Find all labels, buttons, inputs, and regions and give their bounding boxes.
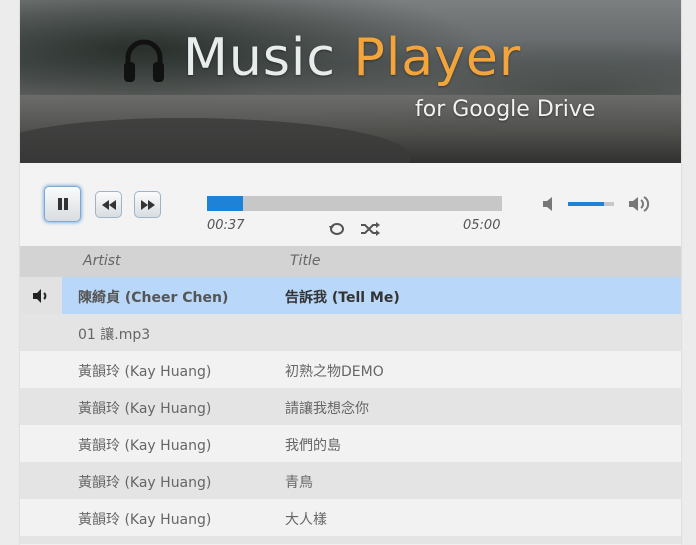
volume-high-icon[interactable] [628,195,650,213]
playlist-row-partial [20,536,681,544]
pause-icon [57,198,68,210]
player-controls: 00:37 05:00 [20,163,681,246]
column-header-artist[interactable]: Artist [83,253,121,269]
playlist-row[interactable]: 黃韻玲 (Kay Huang) 初熟之物DEMO [20,351,681,388]
speaker-icon [33,288,47,303]
playlist-row[interactable]: 黃韻玲 (Kay Huang) 大人樣 [20,499,681,536]
row-title: 青鳥 [285,475,313,491]
elapsed-time: 00:37 [207,218,245,233]
shuffle-icon[interactable] [360,222,380,236]
progress-fill [207,196,244,211]
row-title: 大人樣 [285,512,327,528]
row-artist: 黃韻玲 (Kay Huang) [78,512,212,528]
volume-slider[interactable] [568,202,614,206]
app-title-part1: Music [183,28,354,88]
row-artist: 黃韻玲 (Kay Huang) [78,475,212,491]
playlist-row[interactable]: 黃韻玲 (Kay Huang) 請讓我想念你 [20,388,681,425]
volume-low-icon[interactable] [542,196,556,212]
rewind-button[interactable] [95,191,122,218]
volume-fill [568,202,604,206]
playlist-row[interactable]: 黃韻玲 (Kay Huang) 我們的島 [20,425,681,462]
playlist: 陳綺貞 (Cheer Chen) 告訴我 (Tell Me) 01 讓.mp3 … [20,277,681,544]
row-title: 請讓我想念你 [285,401,369,417]
now-playing-indicator [20,277,62,314]
playlist-header: Artist Title [20,246,681,277]
headphones-icon [124,39,164,82]
pause-button[interactable] [44,186,81,222]
rewind-icon [101,199,116,210]
banner: Music Player for Google Drive [20,0,681,163]
fast-forward-icon [140,199,155,210]
row-artist: 01 讓.mp3 [78,327,151,343]
playlist-row[interactable]: 01 讓.mp3 [20,314,681,351]
app-title-part2: Player [353,28,522,88]
row-artist: 陳綺貞 (Cheer Chen) [78,290,229,306]
progress-bar[interactable] [207,196,502,211]
app-title: Music Player [183,26,521,90]
app-subtitle: for Google Drive [415,97,596,122]
fast-forward-button[interactable] [134,191,161,218]
row-title: 初熟之物DEMO [285,364,384,380]
row-title: 我們的島 [285,438,341,454]
music-player-app: Music Player for Google Drive 00:37 05:0… [20,0,681,545]
playlist-row[interactable]: 黃韻玲 (Kay Huang) 青鳥 [20,462,681,499]
total-duration: 05:00 [463,218,501,233]
row-artist: 黃韻玲 (Kay Huang) [78,364,212,380]
repeat-icon[interactable] [327,221,347,237]
row-artist: 黃韻玲 (Kay Huang) [78,401,212,417]
column-header-title[interactable]: Title [290,253,320,269]
row-artist: 黃韻玲 (Kay Huang) [78,438,212,454]
playlist-row-playing[interactable]: 陳綺貞 (Cheer Chen) 告訴我 (Tell Me) [20,277,681,314]
row-title: 告訴我 (Tell Me) [285,290,400,306]
